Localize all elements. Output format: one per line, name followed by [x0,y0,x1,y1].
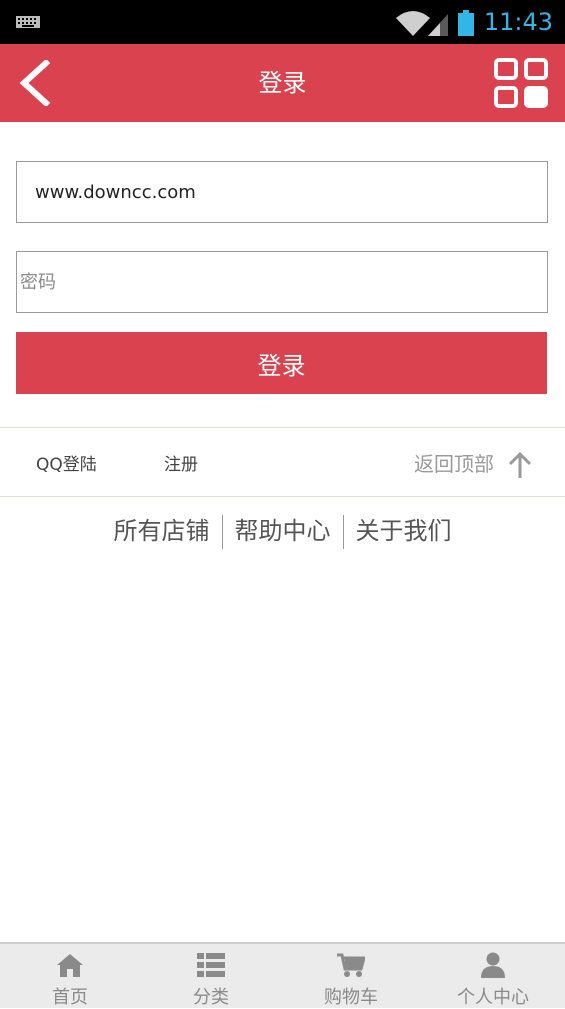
nav-item-home[interactable]: 首页 [0,944,140,1008]
nav-label: 分类 [193,987,229,1008]
nav-item-category[interactable]: 分类 [141,944,281,1008]
nav-label: 首页 [52,987,88,1008]
password-input[interactable] [17,252,547,312]
wifi-icon [396,11,430,36]
chevron-left-icon[interactable] [18,60,52,106]
divider [0,496,565,497]
nav-item-user-center[interactable]: 个人中心 [423,944,563,1008]
register-link[interactable]: 注册 [164,450,198,475]
login-button[interactable]: 登录 [16,332,547,394]
grid-icon[interactable] [494,58,548,110]
battery-icon [458,10,474,36]
user-icon [481,952,505,978]
footer-link-all-stores[interactable]: 所有店铺 [114,517,210,545]
password-field[interactable] [16,251,548,313]
username-input[interactable] [17,162,547,222]
back-to-top-link[interactable]: 返回顶部 [414,448,494,477]
arrow-up-icon[interactable] [508,452,532,478]
nav-label: 个人中心 [457,987,529,1008]
separator [221,515,223,549]
keyboard-icon [16,16,40,28]
status-time: 11:43 [483,8,553,36]
footer-link-about-us[interactable]: 关于我们 [356,517,452,545]
footer-link-help-center[interactable]: 帮助中心 [235,517,331,545]
separator [342,515,344,549]
qq-login-link[interactable]: QQ登陆 [36,450,97,475]
status-bar: 11:43 [0,0,565,44]
username-field[interactable] [16,161,548,223]
list-icon [197,953,225,977]
divider [0,427,565,428]
page-title: 登录 [258,69,307,97]
bottom-nav: 首页 分类 购物车 个人中心 [0,942,565,1008]
nav-item-cart[interactable]: 购物车 [281,944,421,1008]
signal-icon [428,14,448,36]
footer-links: 所有店铺 帮助中心 关于我们 [0,512,565,550]
home-icon [57,954,83,977]
app-header: 登录 [0,44,565,122]
cart-icon [337,953,365,977]
nav-label: 购物车 [324,987,378,1008]
